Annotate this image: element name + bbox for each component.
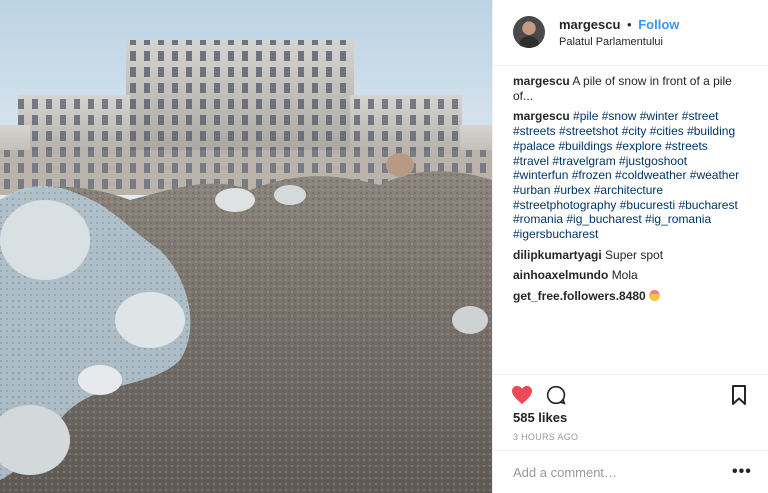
- post-header: margescu • Follow Palatul Parlamentului: [493, 0, 768, 66]
- avatar[interactable]: [513, 16, 545, 48]
- location-link[interactable]: Palatul Parlamentului: [559, 36, 663, 48]
- comment-caption: margescu A pile of snow in front of a pi…: [513, 74, 745, 103]
- comment-text: Super spot: [605, 247, 664, 262]
- hashtags-text[interactable]: #pile #snow #winter #street #streets #st…: [513, 109, 739, 241]
- post-sidebar: margescu • Follow Palatul Parlamentului …: [492, 0, 768, 493]
- comment-username[interactable]: margescu: [513, 109, 570, 123]
- post-photo[interactable]: [0, 0, 492, 493]
- add-comment-bar: •••: [493, 450, 768, 493]
- post-timestamp[interactable]: 3 HOURS AGO: [513, 432, 578, 442]
- comment-hashtags: margescu #pile #snow #winter #street #st…: [513, 109, 745, 241]
- comment-item: ainhoaxelmundo Mola: [513, 268, 745, 283]
- follow-button[interactable]: Follow: [638, 17, 679, 32]
- comment-item: get_free.followers.8480: [513, 289, 745, 304]
- comment-username[interactable]: dilipkumartyagi: [513, 248, 602, 262]
- separator-dot: •: [627, 17, 632, 32]
- comment-text: Mola: [611, 268, 638, 283]
- comments-list: margescu A pile of snow in front of a pi…: [513, 74, 745, 310]
- post-actions: 585 likes 3 HOURS AGO: [493, 374, 768, 450]
- comment-username[interactable]: margescu: [513, 74, 570, 88]
- likes-count[interactable]: 585 likes: [513, 410, 567, 425]
- comment-username[interactable]: get_free.followers.8480: [513, 289, 646, 303]
- author-username[interactable]: margescu: [559, 17, 620, 32]
- emoji-icon: [649, 290, 661, 302]
- bookmark-icon[interactable]: [731, 385, 747, 410]
- more-options-icon[interactable]: •••: [732, 463, 752, 481]
- comment-username[interactable]: ainhoaxelmundo: [513, 268, 608, 282]
- building-photo-art: [0, 0, 492, 493]
- heart-icon[interactable]: [511, 385, 533, 410]
- add-comment-input[interactable]: [513, 463, 713, 481]
- header-title: margescu • Follow: [559, 17, 679, 32]
- comment-item: dilipkumartyagi Super spot: [513, 248, 745, 263]
- comment-icon[interactable]: [546, 385, 566, 410]
